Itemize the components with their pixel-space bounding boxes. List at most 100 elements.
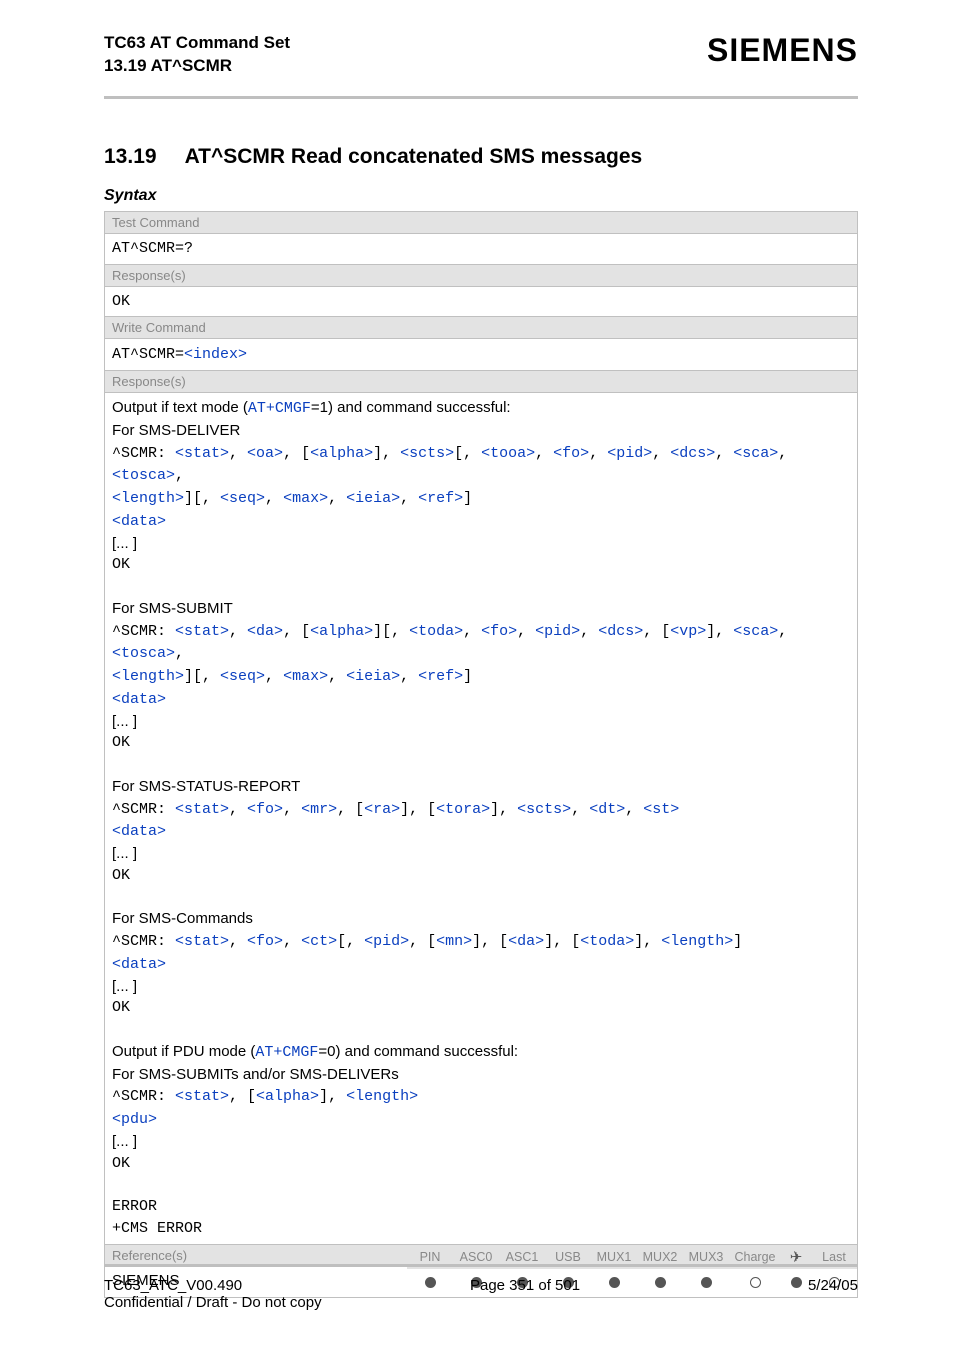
p[interactable]: <sca> xyxy=(733,623,778,640)
data-token[interactable]: <data> xyxy=(112,513,166,530)
p[interactable]: <oa> xyxy=(247,445,283,462)
atcmgf-link[interactable]: AT+CMGF xyxy=(248,400,311,417)
data-token[interactable]: <data> xyxy=(112,956,166,973)
write-cmd-prefix: AT^SCMR= xyxy=(112,346,184,363)
footer-left: TC63_ATC_V00.490 xyxy=(104,1277,242,1294)
p[interactable]: <da> xyxy=(247,623,283,640)
p[interactable]: <pid> xyxy=(364,933,409,950)
write-response-body: Output if text mode (AT+CMGF=1) and comm… xyxy=(105,392,857,1244)
p[interactable]: <max> xyxy=(283,668,328,685)
scmr-prefix: ^SCMR: xyxy=(112,933,175,950)
p[interactable]: <da> xyxy=(508,933,544,950)
p[interactable]: <length> xyxy=(112,490,184,507)
doc-title: TC63 AT Command Set xyxy=(104,32,290,55)
ok: OK xyxy=(112,554,850,576)
col-asc0: ASC0 xyxy=(453,1250,499,1264)
p[interactable]: <scts> xyxy=(517,801,571,818)
p[interactable]: <length> xyxy=(112,668,184,685)
page-footer: TC63_ATC_V00.490 Page 351 of 501 5/24/05… xyxy=(104,1264,858,1311)
write-command-label: Write Command xyxy=(105,316,857,338)
p[interactable]: <toda> xyxy=(409,623,463,640)
p[interactable]: <ra> xyxy=(364,801,400,818)
test-command: AT^SCMR=? xyxy=(105,233,857,264)
p[interactable]: <stat> xyxy=(175,801,229,818)
footer-right: 5/24/05 xyxy=(808,1277,858,1294)
p[interactable]: <fo> xyxy=(481,623,517,640)
ellipsis: [... ] xyxy=(112,711,850,733)
pdu-intro-b: =0) and command successful: xyxy=(318,1043,518,1060)
col-mux3: MUX3 xyxy=(683,1250,729,1264)
p[interactable]: <dcs> xyxy=(598,623,643,640)
p[interactable]: <fo> xyxy=(247,933,283,950)
p[interactable]: <stat> xyxy=(175,623,229,640)
p[interactable]: <length> xyxy=(661,933,733,950)
p[interactable]: <ieia> xyxy=(346,490,400,507)
sms-deliver-label: For SMS-DELIVER xyxy=(112,420,850,442)
col-mux1: MUX1 xyxy=(591,1250,637,1264)
ellipsis: [... ] xyxy=(112,533,850,555)
p[interactable]: <scts> xyxy=(400,445,454,462)
footer-confidential: Confidential / Draft - Do not copy xyxy=(104,1294,858,1311)
ok: OK xyxy=(112,865,850,887)
brand-logo: SIEMENS xyxy=(707,32,858,69)
p[interactable]: <mn> xyxy=(436,933,472,950)
test-command-label: Test Command xyxy=(105,212,857,233)
col-mux2: MUX2 xyxy=(637,1250,683,1264)
pdu-intro-a: Output if PDU mode ( xyxy=(112,1043,255,1060)
pdu-token[interactable]: <pdu> xyxy=(112,1111,157,1128)
p[interactable]: <stat> xyxy=(175,1088,229,1105)
reference-label: Reference(s) xyxy=(105,1245,407,1266)
p[interactable]: <fo> xyxy=(247,801,283,818)
syntax-label: Syntax xyxy=(104,187,858,205)
p[interactable]: <ref> xyxy=(418,668,463,685)
p[interactable]: <tooa> xyxy=(481,445,535,462)
syntax-table: Test Command AT^SCMR=? Response(s) OK Wr… xyxy=(104,211,858,1298)
p[interactable]: <tosca> xyxy=(112,645,175,662)
p[interactable]: <ieia> xyxy=(346,668,400,685)
write-cmd-param[interactable]: <index> xyxy=(184,346,247,363)
scmr-prefix: ^SCMR: xyxy=(112,445,175,462)
col-pin: PIN xyxy=(407,1250,453,1264)
col-asc1: ASC1 xyxy=(499,1250,545,1264)
p[interactable]: <alpha> xyxy=(310,623,373,640)
p[interactable]: <pid> xyxy=(607,445,652,462)
error: ERROR xyxy=(112,1196,850,1218)
p[interactable]: <dt> xyxy=(589,801,625,818)
p[interactable]: <sca> xyxy=(733,445,778,462)
p[interactable]: <dcs> xyxy=(670,445,715,462)
p[interactable]: <alpha> xyxy=(256,1088,319,1105)
p[interactable]: <stat> xyxy=(175,933,229,950)
p[interactable]: <stat> xyxy=(175,445,229,462)
data-token[interactable]: <data> xyxy=(112,691,166,708)
sms-submit-label: For SMS-SUBMIT xyxy=(112,598,850,620)
col-airplane: ✈ xyxy=(781,1248,811,1266)
col-usb: USB xyxy=(545,1250,591,1264)
atcmgf-link[interactable]: AT+CMGF xyxy=(255,1044,318,1061)
write-command: AT^SCMR=<index> xyxy=(105,338,857,370)
p[interactable]: <pid> xyxy=(535,623,580,640)
p[interactable]: <ct> xyxy=(301,933,337,950)
section-title-text: AT^SCMR Read concatenated SMS messages xyxy=(185,145,643,168)
p[interactable]: <toda> xyxy=(580,933,634,950)
cms-error: +CMS ERROR xyxy=(112,1218,850,1240)
p[interactable]: <alpha> xyxy=(310,445,373,462)
header-rule xyxy=(104,96,858,99)
section-heading: 13.19AT^SCMR Read concatenated SMS messa… xyxy=(104,145,858,169)
test-response: OK xyxy=(105,286,857,317)
p[interactable]: <vp> xyxy=(670,623,706,640)
p[interactable]: <max> xyxy=(283,490,328,507)
p[interactable]: <tora> xyxy=(436,801,490,818)
p[interactable]: <mr> xyxy=(301,801,337,818)
p[interactable]: <tosca> xyxy=(112,467,175,484)
p[interactable]: <st> xyxy=(643,801,679,818)
p[interactable]: <ref> xyxy=(418,490,463,507)
p[interactable]: <length> xyxy=(346,1088,418,1105)
p[interactable]: <fo> xyxy=(553,445,589,462)
scmr-prefix: ^SCMR: xyxy=(112,1088,175,1105)
sms-commands-label: For SMS-Commands xyxy=(112,908,850,930)
doc-subtitle: 13.19 AT^SCMR xyxy=(104,55,290,78)
ok: OK xyxy=(112,732,850,754)
p[interactable]: <seq> xyxy=(220,490,265,507)
data-token[interactable]: <data> xyxy=(112,823,166,840)
p[interactable]: <seq> xyxy=(220,668,265,685)
